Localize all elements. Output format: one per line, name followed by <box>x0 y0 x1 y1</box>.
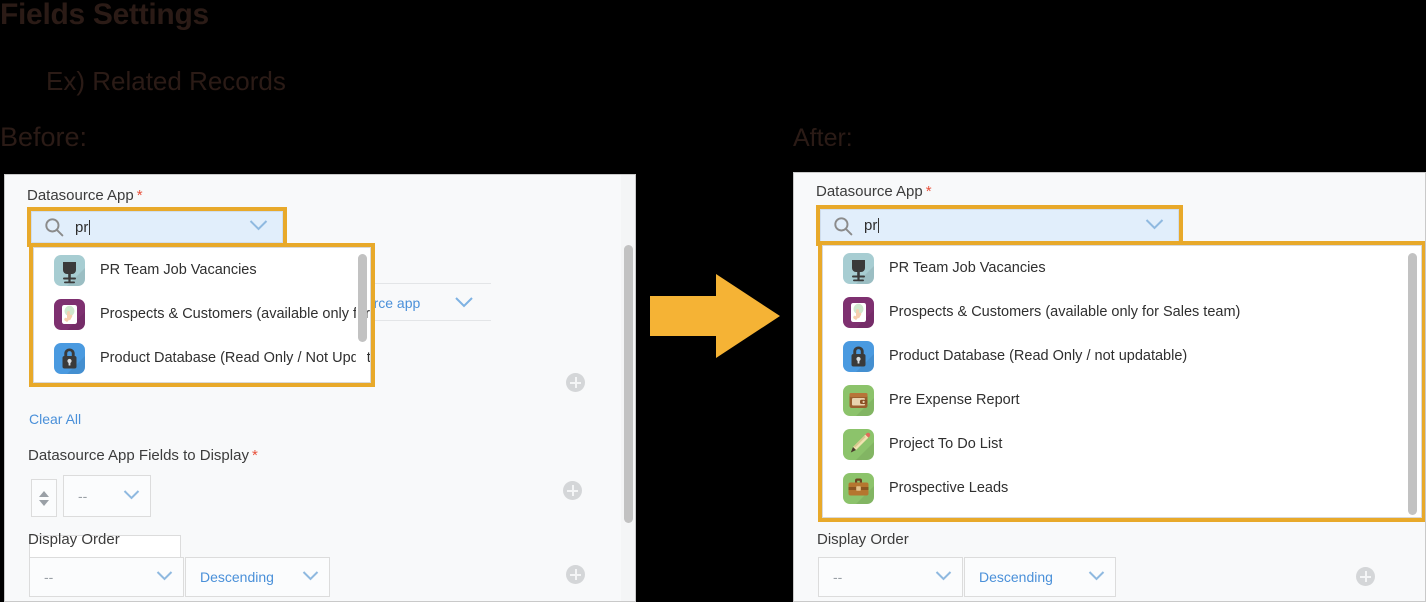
after-display-direction-select[interactable]: Descending <box>964 557 1116 597</box>
list-item[interactable]: Prospective Leads <box>823 466 1421 510</box>
after-datasource-app-label: Datasource App * <box>816 183 932 200</box>
list-item[interactable]: Product Database (Read Only / Not Updata… <box>34 336 370 380</box>
before-display-order-label: Display Order <box>28 531 120 548</box>
text-cursor <box>89 219 91 235</box>
after-panel: Datasource App * pr PR Team Job Vacancie… <box>793 172 1426 602</box>
right-arrow-icon <box>650 274 780 358</box>
list-item[interactable]: Prospects & Customers (available only fo… <box>823 290 1421 334</box>
before-dropdown-highlight: PR Team Job Vacancies Prospects & Custome… <box>29 243 375 387</box>
after-search-value: pr <box>864 217 878 234</box>
after-search-highlight: pr <box>816 205 1183 246</box>
before-search-highlight: pr <box>27 207 287 247</box>
after-display-order-label: Display Order <box>817 531 909 548</box>
before-display-order-select[interactable]: -- <box>29 557 184 597</box>
office-chair-icon <box>54 254 85 286</box>
before-display-direction-select[interactable]: Descending <box>185 557 330 597</box>
slide-root: Fields Settings Ex) Related Records Befo… <box>0 0 1426 602</box>
padlock-icon <box>54 342 85 374</box>
padlock-icon <box>843 340 874 372</box>
list-item-label: Prospects & Customers (available only fo… <box>100 306 371 322</box>
before-behind-chevron-down-icon[interactable] <box>455 295 621 313</box>
after-display-order-chevron-down-icon[interactable] <box>935 568 952 586</box>
before-fields-to-display-label: Datasource App Fields to Display * <box>28 447 258 464</box>
before-dropdown-scroll-thumb[interactable] <box>358 254 367 342</box>
before-add-row-button-2[interactable] <box>563 481 582 500</box>
after-search-input[interactable]: pr <box>820 209 1179 242</box>
before-clear-all-link[interactable]: Clear All <box>29 411 81 427</box>
list-item[interactable]: Project To Do List <box>823 422 1421 466</box>
before-add-row-button-1[interactable] <box>566 373 585 392</box>
before-add-row-button-3[interactable] <box>566 565 585 584</box>
hand-card-icon <box>54 298 85 330</box>
before-datasource-app-label: Datasource App * <box>27 187 143 204</box>
before-search-chevron-down-icon[interactable] <box>249 218 268 236</box>
after-dropdown-scroll-thumb[interactable] <box>1408 253 1417 515</box>
text-cursor <box>878 218 880 233</box>
list-item-label: Project To Do List <box>889 436 1003 452</box>
before-dropdown-scrollbar[interactable] <box>356 252 367 378</box>
list-item-label: Product Database (Read Only / Not Updata… <box>100 350 371 366</box>
search-icon <box>44 217 64 237</box>
hand-card-icon <box>843 296 874 328</box>
list-item[interactable]: Product Database (Read Only / not updata… <box>823 334 1421 378</box>
before-options-list[interactable]: PR Team Job Vacancies Prospects & Custome… <box>34 248 370 380</box>
list-item[interactable]: PR Team Job Vacancies <box>34 248 370 292</box>
before-fields-to-display-select[interactable]: -- <box>63 475 151 517</box>
pencil-icon <box>843 428 874 460</box>
before-fields-to-display-value: -- <box>78 488 88 504</box>
before-direction-chevron-down-icon[interactable] <box>302 568 319 586</box>
before-display-order-value: -- <box>44 569 54 585</box>
after-options-list[interactable]: PR Team Job Vacancies Prospects & Custome… <box>823 246 1421 510</box>
after-display-order-select[interactable]: -- <box>818 557 963 597</box>
search-icon <box>833 216 853 236</box>
after-label: After: <box>793 124 853 152</box>
list-item[interactable]: Pre Expense Report <box>823 378 1421 422</box>
before-search-input[interactable]: pr <box>31 211 283 243</box>
before-display-direction-value: Descending <box>200 569 274 585</box>
page-subtitle: Ex) Related Records <box>46 66 286 96</box>
office-chair-icon <box>843 252 874 284</box>
list-item-label: PR Team Job Vacancies <box>889 260 1046 276</box>
after-add-row-button[interactable] <box>1356 567 1375 586</box>
before-panel-scrollbar[interactable] <box>621 175 635 601</box>
after-search-chevron-down-icon[interactable] <box>1145 217 1164 235</box>
list-item-label: PR Team Job Vacancies <box>100 262 257 278</box>
before-search-value: pr <box>75 218 89 236</box>
wallet-icon <box>843 384 874 416</box>
list-item[interactable]: Prospects & Customers (available only fo… <box>34 292 370 336</box>
before-panel: Datasource App * ource app pr PR Team Jo… <box>4 174 636 602</box>
before-label: Before: <box>0 122 88 152</box>
list-item-label: Prospective Leads <box>889 480 1009 496</box>
before-display-order-chevron-down-icon[interactable] <box>156 568 173 586</box>
after-dropdown-highlight: PR Team Job Vacancies Prospects & Custome… <box>818 241 1425 522</box>
briefcase-icon <box>843 472 874 504</box>
before-fields-chevron-down-icon[interactable] <box>123 487 140 505</box>
after-display-direction-value: Descending <box>979 569 1053 585</box>
page-title: Fields Settings <box>0 0 209 31</box>
after-dropdown-scrollbar[interactable] <box>1407 250 1418 515</box>
before-panel-scroll-thumb[interactable] <box>624 245 633 523</box>
after-display-order-value: -- <box>833 569 843 585</box>
list-item-label: Product Database (Read Only / not updata… <box>889 348 1188 364</box>
list-item-label: Prospects & Customers (available only fo… <box>889 304 1241 320</box>
list-item-label: Pre Expense Report <box>889 392 1020 408</box>
before-order-stepper[interactable] <box>31 479 57 517</box>
list-item[interactable]: PR Team Job Vacancies <box>823 246 1421 290</box>
stepper-down-icon[interactable] <box>39 499 49 506</box>
stepper-up-icon[interactable] <box>39 490 49 497</box>
after-direction-chevron-down-icon[interactable] <box>1088 568 1105 586</box>
